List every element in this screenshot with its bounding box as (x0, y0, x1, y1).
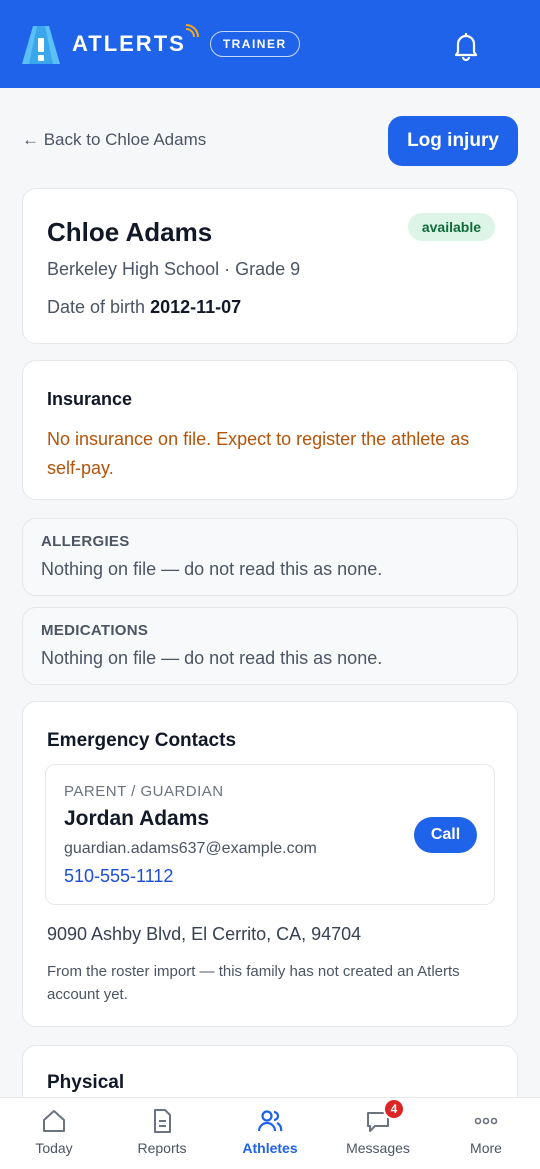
document-icon (147, 1106, 177, 1136)
brand-name: ATLERTS (72, 24, 199, 57)
emergency-title: Emergency Contacts (47, 730, 237, 751)
nav-item-reports[interactable]: Reports (108, 1098, 216, 1169)
nav-label: Messages (346, 1140, 410, 1156)
contact-phone-link[interactable]: 510-555-1112 (64, 866, 173, 887)
signal-icon (185, 24, 199, 38)
bell-icon[interactable] (452, 30, 480, 62)
bottom-nav: Today Reports Athletes 4 Messages More (0, 1097, 540, 1169)
insurance-warning: No insurance on file. Expect to register… (47, 429, 470, 478)
insurance-card: Insurance No insurance on file. Expect t… (22, 360, 518, 500)
call-button[interactable]: Call (414, 817, 477, 853)
role-badge: TRAINER (209, 31, 300, 57)
nav-label: Today (35, 1140, 73, 1156)
nav-item-messages[interactable]: 4 Messages (324, 1098, 432, 1169)
contact-card: PARENT / GUARDIAN Jordan Adams guardian.… (45, 764, 495, 905)
athlete-profile-card: Chloe Adams available Berkeley High Scho… (22, 188, 518, 344)
nav-label: More (470, 1140, 502, 1156)
contact-relation: PARENT / GUARDIAN (64, 783, 224, 800)
nav-label: Reports (137, 1140, 187, 1156)
medications-label: MEDICATIONS (41, 622, 149, 639)
nav-item-athletes[interactable]: Athletes (216, 1098, 324, 1169)
insurance-title: Insurance (47, 389, 133, 409)
dob-label: Date of birth (47, 297, 146, 317)
medications-text: Nothing on file — do not read this as no… (41, 648, 383, 668)
contact-name: Jordan Adams (64, 807, 210, 830)
more-icon (471, 1106, 501, 1136)
physical-title: Physical (47, 1072, 125, 1093)
allergies-card: ALLERGIES Nothing on file — do not read … (22, 518, 518, 596)
roster-import-note: From the roster import — this family has… (47, 963, 460, 1003)
date-of-birth: Date of birth 2012-11-07 (47, 297, 241, 318)
logo-icon (22, 24, 60, 64)
medications-card: MEDICATIONS Nothing on file — do not rea… (22, 607, 518, 685)
nav-item-more[interactable]: More (432, 1098, 540, 1169)
contact-address: 9090 Ashby Blvd, El Cerrito, CA, 94704 (47, 924, 362, 944)
allergies-text: Nothing on file — do not read this as no… (41, 559, 383, 579)
nav-item-today[interactable]: Today (0, 1098, 108, 1169)
users-icon (255, 1106, 285, 1136)
nav-label: Athletes (242, 1140, 298, 1156)
back-link[interactable]: ← Back to Chloe Adams (22, 130, 206, 150)
athlete-name: Chloe Adams (47, 217, 213, 247)
contact-email: guardian.adams637@example.com (64, 840, 317, 857)
dob-value: 2012-11-07 (150, 297, 242, 317)
school-grade: Berkeley High School · Grade 9 (47, 259, 301, 279)
unread-badge: 4 (383, 1098, 405, 1120)
status-badge: available (407, 213, 495, 241)
log-injury-button[interactable]: Log injury (388, 116, 518, 166)
app-header: ATLERTS TRAINER (0, 0, 540, 88)
allergies-label: ALLERGIES (41, 533, 130, 550)
emergency-contacts-card: Emergency Contacts PARENT / GUARDIAN Jor… (22, 701, 518, 1027)
home-icon (39, 1106, 69, 1136)
chat-icon: 4 (363, 1098, 405, 1136)
